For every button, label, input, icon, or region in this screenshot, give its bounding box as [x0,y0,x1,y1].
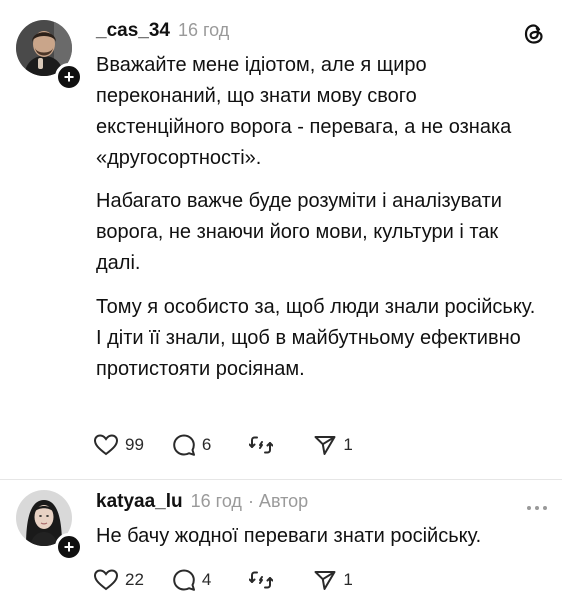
more-dots-icon[interactable] [526,499,548,517]
username[interactable]: _cas_34 [96,20,170,42]
send-icon [314,436,336,455]
timestamp: 16 год [190,491,242,511]
send-icon [314,571,336,590]
like-count: 99 [125,435,144,454]
reply-post-2: + katyaa_lu 16 год · Автор Не бачу жодно… [0,480,562,600]
like-button[interactable]: 22 [93,566,144,594]
follow-plus-icon[interactable]: + [55,63,83,91]
comment-bubble-icon [173,434,195,456]
share-count: 1 [343,435,353,454]
comment-bubble-icon [173,569,195,591]
repost-button[interactable] [249,431,279,459]
username[interactable]: katyaa_lu [96,491,183,513]
heart-icon [93,434,119,456]
share-button[interactable]: 1 [313,566,353,594]
author-label: · Автор [247,491,309,511]
comment-button[interactable]: 4 [172,566,211,594]
post-text-paragraph: Тому я особисто за, щоб люди знали росій… [96,296,536,380]
follow-plus-icon[interactable]: + [55,533,83,561]
like-count: 22 [125,570,144,589]
comment-button[interactable]: 6 [172,431,211,459]
comment-count: 4 [201,570,212,589]
share-button[interactable]: 1 [313,431,353,459]
share-count: 1 [343,570,353,589]
comment-count: 6 [201,435,212,454]
post-text-paragraph: Вважайте мене ідіотом, але я щиро переко… [96,54,512,169]
timestamp: 16 год [177,20,230,40]
reply-post-1: + _cas_34 16 год Вважайте мене ідіотом, … [0,0,562,480]
like-button[interactable]: 99 [93,431,144,459]
heart-icon [93,569,119,591]
repost-icon [249,436,274,454]
post-text-paragraph: Набагато важче буде розуміти і аналізува… [96,190,502,274]
threads-logo-icon[interactable] [522,22,546,51]
post-text-paragraph: Не бачу жодної переваги знати російську. [96,525,482,547]
repost-button[interactable] [249,566,279,594]
repost-icon [249,571,274,589]
